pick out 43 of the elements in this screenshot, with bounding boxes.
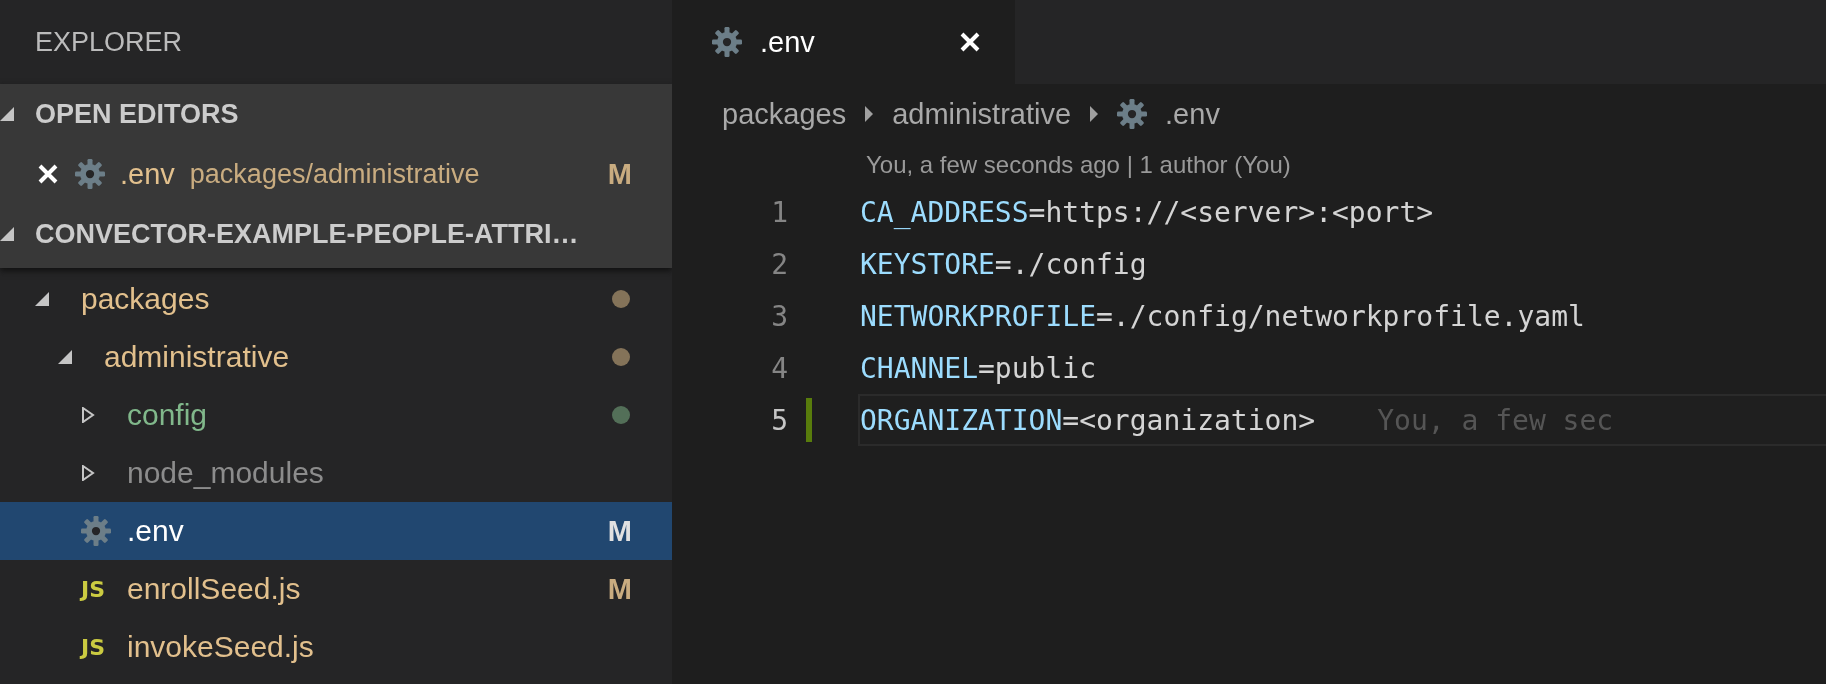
code-line: ORGANIZATION=<organization>	[860, 403, 1316, 437]
close-icon	[37, 163, 59, 185]
folder-item[interactable]: node_modules	[0, 444, 672, 502]
gear-icon	[1117, 99, 1148, 129]
file-item[interactable]: JS invokeSeed.js	[0, 618, 672, 676]
folder-item[interactable]: config	[0, 386, 672, 444]
status-dot-icon	[612, 290, 630, 308]
file-path: packages/administrative	[189, 158, 480, 190]
folder-item[interactable]: administrative	[0, 328, 672, 386]
gear-icon	[712, 27, 742, 57]
code-line: CHANNEL=public	[860, 351, 1097, 385]
code-line: KEYSTORE=./config	[860, 247, 1147, 281]
status-letter: M	[607, 157, 632, 191]
chevron-icon	[1089, 105, 1100, 123]
file-item[interactable]: .env M	[0, 502, 672, 560]
gear-icon	[75, 159, 105, 189]
status-letter: M	[607, 514, 632, 548]
js-file-icon: JS	[81, 576, 106, 602]
code-line: NETWORKPROFILE=./config/networkprofile.yaml	[860, 299, 1585, 333]
folder-item[interactable]: packages	[0, 270, 672, 328]
close-icon	[959, 31, 981, 53]
line-number: 4	[770, 350, 788, 387]
file-item[interactable]: JS enrollSeed.js M	[0, 560, 672, 618]
sidebar-title: EXPLORER	[34, 25, 184, 59]
section-header[interactable]: CONVECTOR-EXAMPLE-PEOPLE-ATTRI…	[0, 204, 672, 264]
code-line: CA_ADDRESS=https://<server>:<port>	[860, 195, 1434, 229]
status-dot-icon	[612, 348, 630, 366]
js-file-icon: JS	[81, 634, 106, 660]
open-editor-item[interactable]: .env packages/administrative M	[0, 144, 672, 204]
status-letter: M	[607, 572, 632, 606]
breadcrumb-item[interactable]: .env	[1117, 97, 1220, 131]
breadcrumb-item[interactable]: administrative	[892, 97, 1072, 131]
line-number: 3	[770, 298, 788, 335]
blame-annotation[interactable]: You, a few seconds ago | 1 author (You)	[866, 151, 1291, 179]
editor-tab[interactable]: .env	[672, 0, 1015, 84]
line-number: 5	[770, 402, 788, 439]
gear-icon	[81, 516, 111, 546]
line-number: 1	[770, 194, 788, 231]
chevron-icon	[864, 105, 875, 123]
breadcrumb-item[interactable]: packages	[722, 97, 847, 131]
status-dot-icon	[612, 406, 630, 424]
line-number: 2	[770, 246, 788, 283]
section-header[interactable]: OPEN EDITORS	[0, 84, 672, 144]
